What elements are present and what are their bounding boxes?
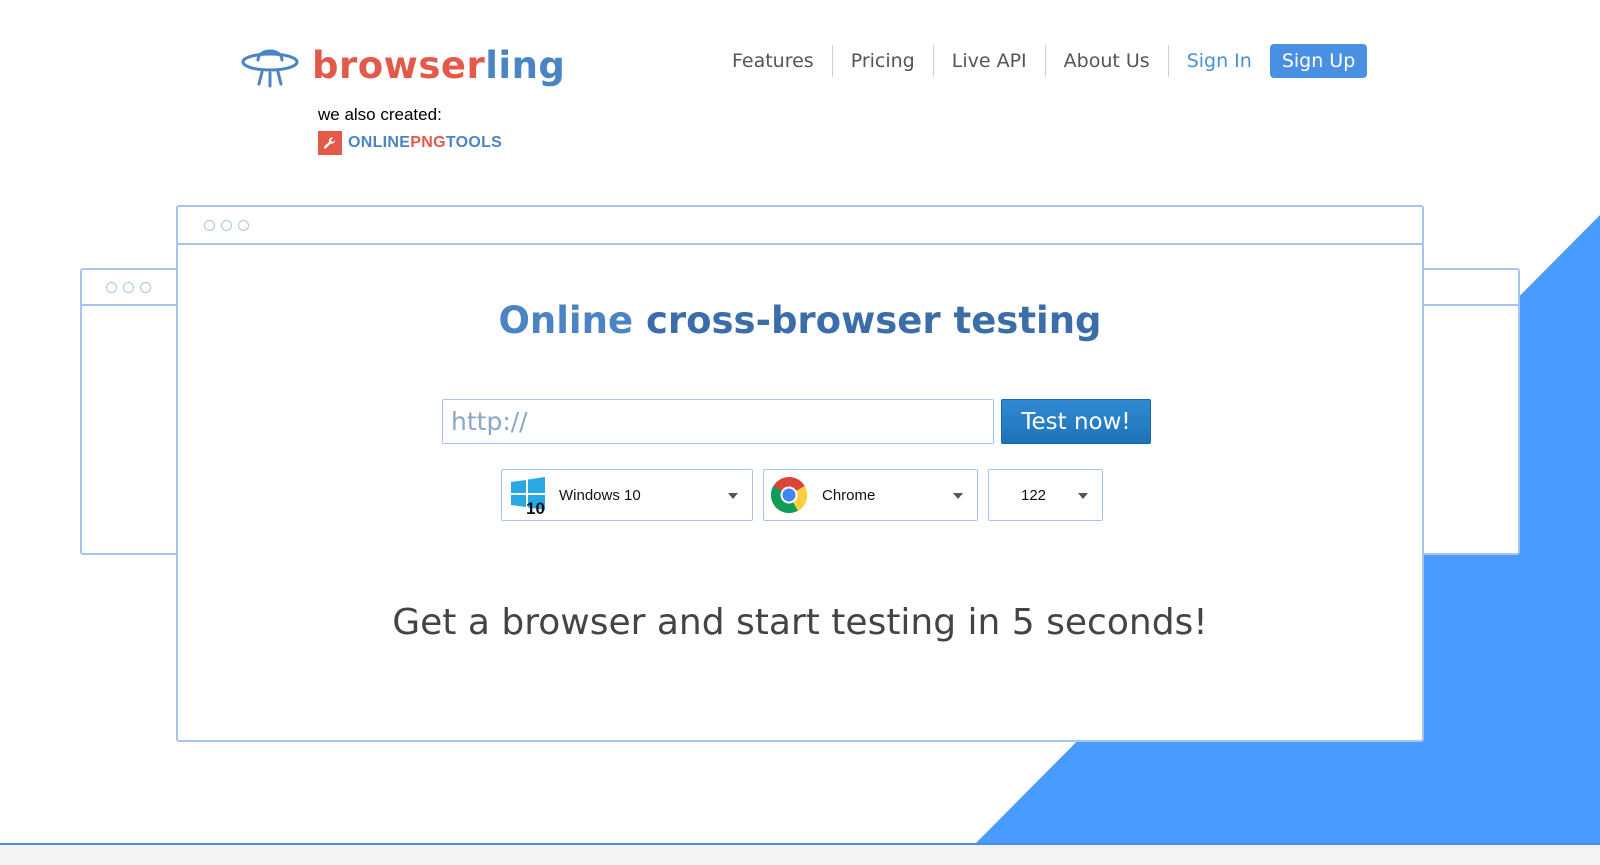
url-row: Test now! (442, 399, 1151, 444)
also-created-label: we also created: (318, 105, 442, 124)
nav-about-us[interactable]: About Us (1046, 44, 1168, 78)
chevron-down-icon (728, 493, 738, 499)
footer-strip (0, 843, 1600, 865)
version-select[interactable]: 122 (988, 469, 1103, 521)
logo-wordmark: browserling (312, 43, 566, 87)
chrome-icon (770, 477, 808, 513)
chevron-down-icon (1078, 493, 1088, 499)
nav-pricing[interactable]: Pricing (833, 44, 933, 78)
also-created: we also created: ONLINEPNGTOOLS (318, 105, 502, 155)
window-dot-icon (106, 281, 117, 293)
chevron-down-icon (953, 493, 963, 499)
sign-up-button[interactable]: Sign Up (1269, 44, 1368, 78)
browser-selectors: 10 Windows 10 Chrome 122 (501, 469, 1103, 521)
window-titlebar (178, 207, 1422, 245)
os-select-value: Windows 10 (559, 486, 641, 504)
window-dot-icon (221, 219, 232, 231)
online-png-tools-name: ONLINEPNGTOOLS (348, 134, 503, 151)
top-nav: Features Pricing Live API About Us Sign … (714, 44, 1368, 78)
svg-text:10: 10 (526, 499, 545, 516)
logo[interactable]: browserling (240, 38, 565, 92)
nav-live-api[interactable]: Live API (934, 44, 1045, 78)
url-input[interactable] (442, 399, 994, 444)
window-dot-icon (140, 281, 151, 293)
window-titlebar (82, 270, 188, 306)
window-dot-icon (238, 219, 249, 231)
main-window: Online cross-browser testing Test now! 1… (176, 205, 1424, 742)
browser-select[interactable]: Chrome (763, 469, 978, 521)
window-dot-icon (204, 219, 215, 231)
window-dot-icon (123, 281, 134, 293)
version-select-value: 122 (1020, 486, 1047, 504)
nav-features[interactable]: Features (714, 44, 832, 78)
browser-select-value: Chrome (822, 486, 876, 504)
wrench-icon (318, 131, 342, 155)
tagline: Get a browser and start testing in 5 sec… (392, 602, 1208, 643)
decorative-window-left (80, 268, 190, 555)
test-now-button[interactable]: Test now! (1001, 399, 1151, 444)
ufo-icon (241, 49, 299, 88)
os-select[interactable]: 10 Windows 10 (501, 469, 753, 521)
online-png-tools-link[interactable]: ONLINEPNGTOOLS (318, 131, 502, 155)
windows-10-icon: 10 (511, 477, 545, 516)
sign-in-link[interactable]: Sign In (1169, 44, 1270, 78)
page-title: Online cross-browser testing (498, 299, 1102, 342)
